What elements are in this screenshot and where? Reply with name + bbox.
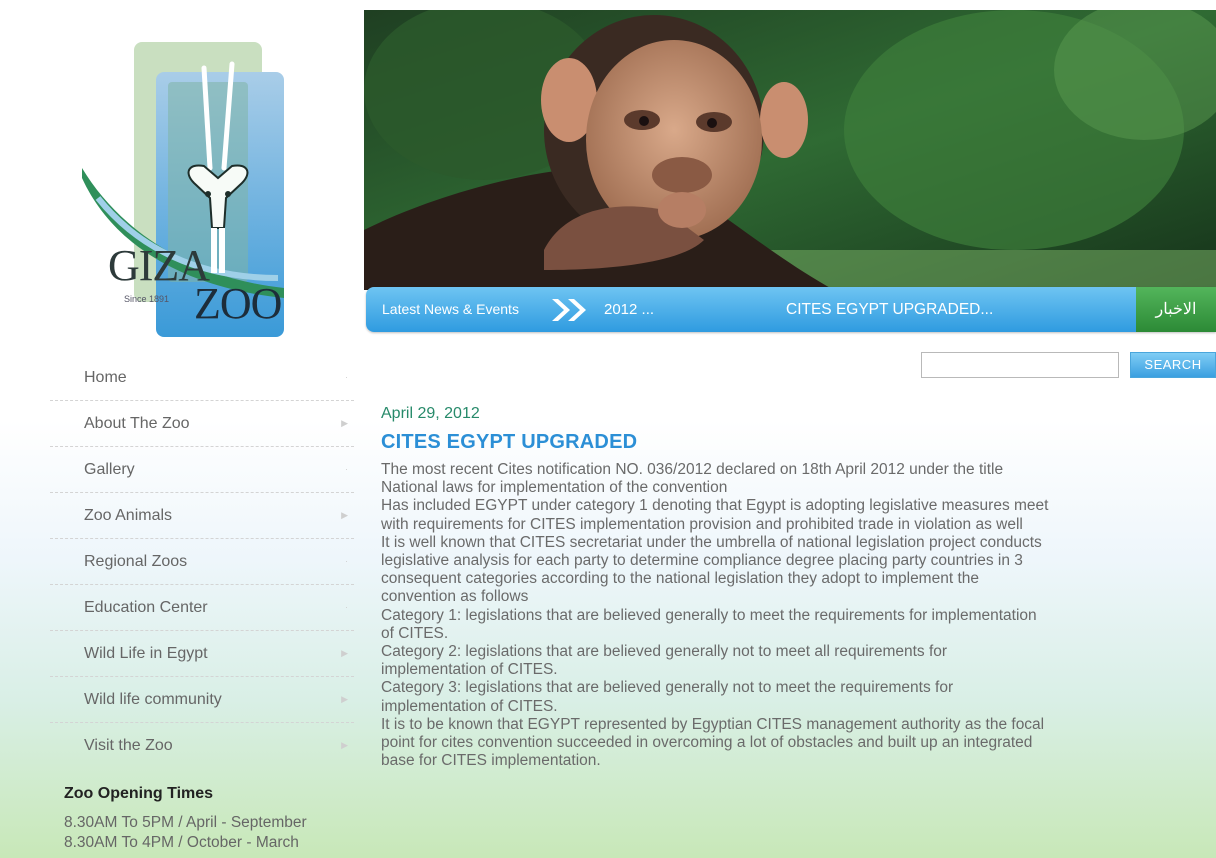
opening-times: Zoo Opening Times 8.30AM To 5PM / April …	[64, 785, 364, 853]
nav-item-label: Education Center	[84, 599, 208, 616]
nav-dot-icon: ·	[345, 464, 348, 474]
search-input[interactable]	[921, 352, 1119, 378]
search-button[interactable]: SEARCH	[1130, 352, 1216, 378]
article-line: legislative analysis for each party to d…	[381, 552, 1023, 570]
opening-times-summer: 8.30AM To 5PM / April - September	[64, 814, 307, 831]
article-line: Category 1: legislations that are believ…	[381, 606, 1037, 624]
news-ticker[interactable]: Latest News & Events 2012 ... CITES EGYP…	[366, 287, 1216, 332]
main-nav: Home · About The Zoo ▶ Gallery · Zoo Animal…	[50, 355, 354, 768]
logo-text-zoo: ZOO	[194, 279, 282, 328]
nav-item-education-center[interactable]: Education Center ·	[50, 585, 354, 631]
ticker-year[interactable]: 2012 ...	[604, 287, 654, 332]
article-line: convention as follows	[381, 588, 529, 606]
nav-dot-icon: ·	[345, 372, 348, 382]
nav-item-label: Visit the Zoo	[84, 737, 173, 754]
article-line: consequent categories according to the n…	[381, 570, 979, 588]
opening-times-title: Zoo Opening Times	[64, 785, 214, 802]
nav-item-regional-zoos[interactable]: Regional Zoos ·	[50, 539, 354, 585]
nav-dot-icon: ·	[345, 556, 348, 566]
nav-item-label: Home	[84, 369, 127, 386]
page: GIZA Since 1891 ZOO Home · About The Zoo ▶…	[0, 0, 1216, 858]
article-line: Category 2: legislations that are believ…	[381, 643, 948, 661]
article-line: National laws for implementation of the …	[381, 479, 728, 497]
nav-item-wild-life-community[interactable]: Wild life community ▶	[50, 677, 354, 723]
chevron-right-icon: ▶	[341, 418, 348, 428]
ticker-headline[interactable]: CITES EGYPT UPGRADED...	[786, 287, 993, 332]
nav-item-label: Wild Life in Egypt	[84, 645, 208, 662]
nav-item-home[interactable]: Home ·	[50, 355, 354, 401]
double-chevron-right-icon	[552, 299, 586, 321]
article-line: Category 3: legislations that are believ…	[381, 679, 954, 697]
sidebar: GIZA Since 1891 ZOO Home · About The Zoo ▶…	[0, 0, 364, 858]
article-line: implementation of CITES.	[381, 661, 558, 679]
article-body: The most recent Cites notification NO. 0…	[381, 461, 1201, 770]
opening-times-winter: 8.30AM To 4PM / October - March	[64, 834, 299, 851]
article-line: base for CITES implementation.	[381, 752, 601, 770]
nav-item-about[interactable]: About The Zoo ▶	[50, 401, 354, 447]
nav-dot-icon: ·	[345, 602, 348, 612]
giza-zoo-logo[interactable]: GIZA Since 1891 ZOO	[78, 38, 288, 343]
chevron-right-icon: ▶	[341, 740, 348, 750]
ticker-label: Latest News & Events	[382, 301, 519, 317]
article-line: of CITES.	[381, 624, 449, 642]
chevron-right-icon: ▶	[341, 648, 348, 658]
arabic-news-button[interactable]: الاخبار	[1136, 287, 1216, 332]
chevron-right-icon: ▶	[341, 694, 348, 704]
article-date: April 29, 2012	[381, 405, 480, 422]
article-line: The most recent Cites notification NO. 0…	[381, 461, 1004, 478]
nav-item-label: Zoo Animals	[84, 507, 173, 524]
nav-item-label: Regional Zoos	[84, 553, 188, 570]
logo-since: Since 1891	[124, 294, 170, 304]
article-line: Has included EGYPT under category 1 deno…	[381, 497, 1049, 515]
nav-item-label: Wild life community	[84, 691, 222, 708]
nav-item-wild-life-egypt[interactable]: Wild Life in Egypt ▶	[50, 631, 354, 677]
article-line: It is to be known that EGYPT represented…	[381, 715, 1045, 733]
news-article: April 29, 2012 CITES EGYPT UPGRADED The …	[381, 405, 1201, 770]
chimpanzee-photo	[364, 10, 1216, 290]
nav-item-label: About The Zoo	[84, 415, 190, 432]
chevron-right-icon: ▶	[341, 510, 348, 520]
article-line: It is well known that CITES secretariat …	[381, 533, 1042, 551]
nav-item-label: Gallery	[84, 461, 135, 478]
article-line: implementation of CITES.	[381, 697, 558, 715]
nav-item-gallery[interactable]: Gallery ·	[50, 447, 354, 493]
article-line: with requirements for CITES implementati…	[381, 515, 1023, 533]
article-line: point for cites convention succeeded in …	[381, 734, 1033, 752]
banner-image	[364, 10, 1216, 290]
nav-item-visit-zoo[interactable]: Visit the Zoo ▶	[50, 723, 354, 768]
article-title[interactable]: CITES EGYPT UPGRADED	[381, 431, 1201, 454]
nav-item-zoo-animals[interactable]: Zoo Animals ▶	[50, 493, 354, 539]
